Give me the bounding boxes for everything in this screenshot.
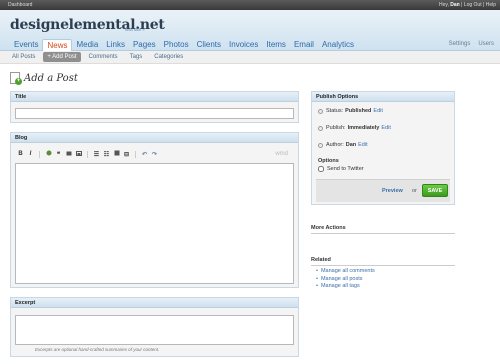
code-icon[interactable] xyxy=(65,151,72,158)
nav-events[interactable]: Events xyxy=(10,39,42,51)
subnav-categories[interactable]: Categories xyxy=(150,52,187,62)
sub-nav: All Posts + Add Post Comments Tags Categ… xyxy=(0,51,500,64)
quote-icon[interactable]: ❝ xyxy=(55,151,62,158)
editor-toolbar: B I ❝ ☰ ☷ ⊟ ↶ ↷ wmd xyxy=(17,149,294,159)
publish-edit-link[interactable]: Edit xyxy=(381,125,390,131)
dashboard-link[interactable]: Dashboard xyxy=(8,0,32,10)
subnav-tags[interactable]: Tags xyxy=(126,52,147,62)
author-icon xyxy=(318,142,323,148)
divider xyxy=(311,233,455,234)
twitter-row: Send to Twitter xyxy=(318,166,364,172)
preview-link[interactable]: Preview xyxy=(382,188,403,194)
related-link: Manage all comments xyxy=(316,268,375,276)
status-edit-link[interactable]: Edit xyxy=(373,108,382,114)
nav-pages[interactable]: Pages xyxy=(129,39,160,51)
nav-invoices[interactable]: Invoices xyxy=(225,39,262,51)
related-link: Manage all posts xyxy=(316,276,375,284)
blog-textarea[interactable] xyxy=(15,163,294,284)
publish-title: Publish Options xyxy=(312,92,454,102)
related-links: Manage all comments Manage all posts Man… xyxy=(316,268,375,291)
undo-icon[interactable]: ↶ xyxy=(141,151,148,158)
related-link: Manage all tags xyxy=(316,283,375,291)
clock-icon xyxy=(318,125,323,131)
admin-nav: Settings Users xyxy=(449,41,494,47)
site-header: designelemental.net visit site » Events … xyxy=(0,10,500,52)
nav-users[interactable]: Users xyxy=(478,41,494,47)
blog-panel: Blog B I ❝ ☰ ☷ ⊟ ↶ ↷ wmd xyxy=(10,132,299,288)
user-menu: Hey, Dan | Log Out | Help xyxy=(439,0,496,10)
separator: | xyxy=(461,2,463,8)
hr-icon[interactable]: ⊟ xyxy=(123,151,130,158)
author-value: Dan xyxy=(345,142,357,148)
publish-panel: Publish Options Status: Published Edit P… xyxy=(311,91,455,205)
author-row: Author: Dan Edit xyxy=(318,142,368,148)
subnav-all-posts[interactable]: All Posts xyxy=(8,52,39,62)
nav-clients[interactable]: Clients xyxy=(193,39,225,51)
nav-media[interactable]: Media xyxy=(72,39,102,51)
link-icon[interactable] xyxy=(45,150,52,158)
status-label: Status: xyxy=(326,108,344,114)
page-title: Add a Post xyxy=(24,72,78,84)
nav-links[interactable]: Links xyxy=(102,39,129,51)
username: Dan xyxy=(450,2,460,8)
unordered-list-icon[interactable]: ☷ xyxy=(103,151,110,158)
nav-items[interactable]: Items xyxy=(262,39,290,51)
divider xyxy=(311,265,455,266)
toolbar-divider xyxy=(39,150,40,158)
publish-label: Publish: xyxy=(326,125,346,131)
excerpt-label: Excerpt xyxy=(11,298,298,308)
manage-posts-link[interactable]: Manage all posts xyxy=(321,276,363,282)
help-link[interactable]: Help xyxy=(486,2,496,8)
excerpt-textarea[interactable] xyxy=(15,315,294,345)
publish-row: Publish: Immediately Edit xyxy=(318,125,391,131)
publish-actions: Preview or SAVE xyxy=(316,179,450,202)
toolbar-divider xyxy=(135,150,136,158)
image-icon[interactable] xyxy=(75,150,82,158)
excerpt-caption: Excerpts are optional hand-crafted summa… xyxy=(35,347,160,352)
nav-analytics[interactable]: Analytics xyxy=(318,39,358,51)
nav-settings[interactable]: Settings xyxy=(449,41,471,47)
separator: | xyxy=(483,2,485,8)
subnav-add-post[interactable]: + Add Post xyxy=(43,52,81,62)
ordered-list-icon[interactable]: ☰ xyxy=(93,151,100,158)
status-value: Published xyxy=(345,108,372,114)
options-label: Options xyxy=(318,158,339,164)
bold-button[interactable]: B xyxy=(17,151,24,157)
toolbar-divider xyxy=(87,150,88,158)
save-button[interactable]: SAVE xyxy=(422,184,448,197)
or-text: or xyxy=(412,188,417,194)
nav-email[interactable]: Email xyxy=(290,39,318,51)
publish-value: Immediately xyxy=(347,125,380,131)
italic-button[interactable]: I xyxy=(27,151,34,157)
twitter-checkbox[interactable] xyxy=(318,166,324,172)
related-title: Related xyxy=(311,257,331,263)
title-panel: Title xyxy=(10,91,299,123)
logout-link[interactable]: Log Out xyxy=(464,2,482,8)
blog-label: Blog xyxy=(11,133,298,143)
author-label: Author: xyxy=(326,142,344,148)
page-header: + Add a Post xyxy=(10,71,78,85)
top-bar: Dashboard Hey, Dan | Log Out | Help xyxy=(0,0,500,10)
main-nav: Events News Media Links Pages Photos Cli… xyxy=(10,39,358,52)
wmd-label: wmd xyxy=(275,151,288,157)
status-icon xyxy=(318,108,323,114)
twitter-label: Send to Twitter xyxy=(327,166,364,172)
more-actions-title: More Actions xyxy=(311,225,346,231)
subnav-comments[interactable]: Comments xyxy=(85,52,122,62)
nav-photos[interactable]: Photos xyxy=(160,39,193,51)
add-post-icon: + xyxy=(10,72,22,85)
excerpt-panel: Excerpt Excerpts are optional hand-craft… xyxy=(10,297,299,357)
visit-site-link[interactable]: visit site » xyxy=(125,27,145,32)
status-row: Status: Published Edit xyxy=(318,108,383,114)
redo-icon[interactable]: ↷ xyxy=(151,151,158,158)
author-edit-link[interactable]: Edit xyxy=(358,142,367,148)
greeting-text: Hey, xyxy=(438,2,449,8)
title-label: Title xyxy=(11,92,298,102)
manage-tags-link[interactable]: Manage all tags xyxy=(321,283,360,289)
heading-icon[interactable] xyxy=(113,150,120,158)
title-input[interactable] xyxy=(15,108,294,119)
manage-comments-link[interactable]: Manage all comments xyxy=(321,268,375,274)
